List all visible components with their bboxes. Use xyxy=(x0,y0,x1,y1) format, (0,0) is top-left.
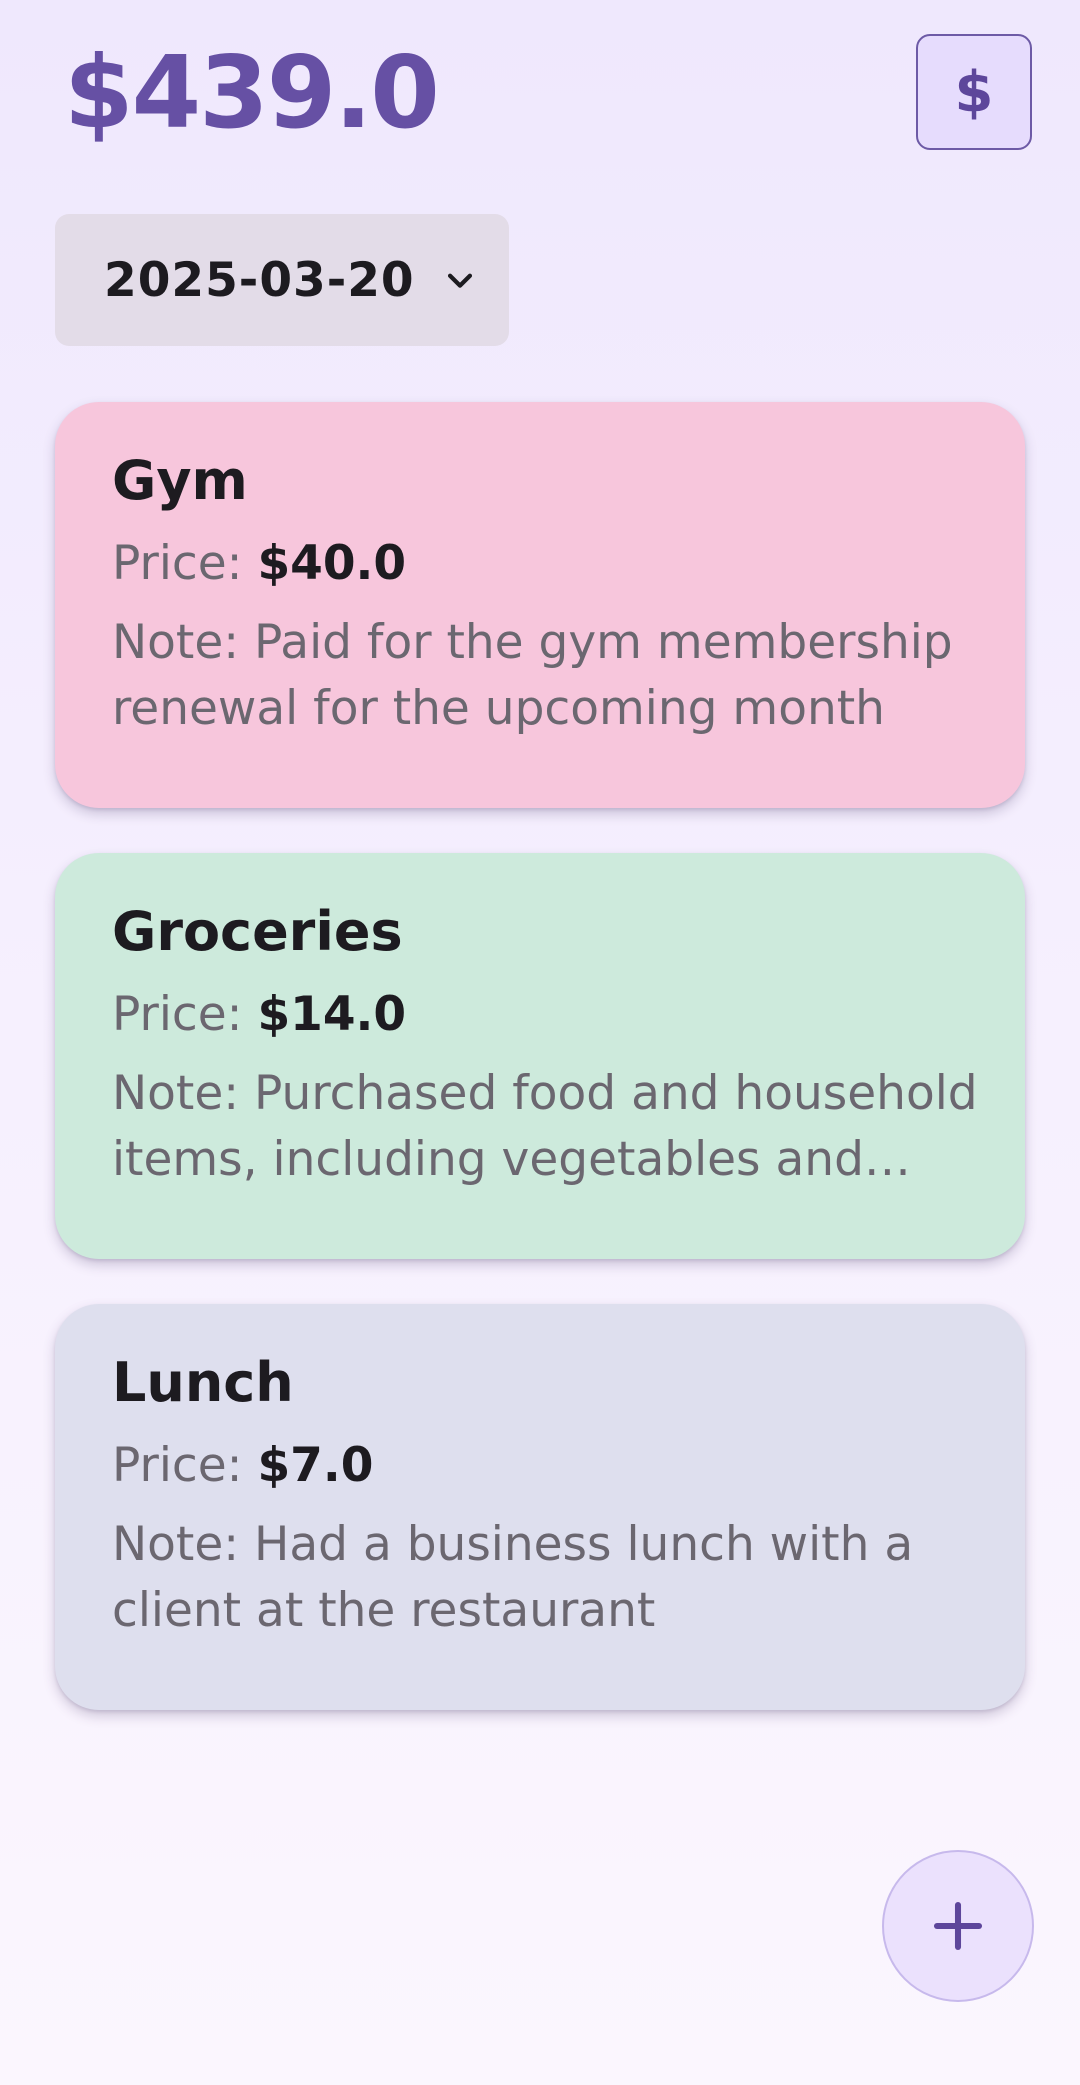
selected-date: 2025-03-20 xyxy=(104,252,415,308)
dollar-icon: $ xyxy=(954,59,994,125)
date-selector[interactable]: 2025-03-20 xyxy=(55,214,509,346)
expense-note: Note: Paid for the gym membership renewa… xyxy=(112,615,953,736)
expense-price-row: Price: $7.0 xyxy=(112,1436,985,1496)
expense-card[interactable]: Lunch Price: $7.0 Note: Had a business l… xyxy=(55,1304,1025,1710)
add-expense-button[interactable] xyxy=(882,1850,1034,2002)
expense-price: $14.0 xyxy=(257,987,407,1042)
expense-price: $7.0 xyxy=(257,1438,374,1493)
expense-price-row: Price: $14.0 xyxy=(112,985,985,1045)
expense-note: Note: Purchased food and household items… xyxy=(112,1066,978,1187)
price-label: Price: xyxy=(112,536,243,591)
expense-card[interactable]: Groceries Price: $14.0 Note: Purchased f… xyxy=(55,853,1025,1259)
total-amount: $439.0 xyxy=(64,34,440,151)
price-label: Price: xyxy=(112,1438,243,1493)
expense-note: Note: Had a business lunch with a client… xyxy=(112,1517,914,1638)
expense-price: $40.0 xyxy=(257,536,407,591)
expense-card[interactable]: Gym Price: $40.0 Note: Paid for the gym … xyxy=(55,402,1025,808)
expense-title: Lunch xyxy=(112,1351,294,1414)
currency-button[interactable]: $ xyxy=(916,34,1032,150)
plus-icon xyxy=(933,1901,983,1951)
expense-title: Groceries xyxy=(112,900,403,963)
chevron-down-icon xyxy=(447,273,472,288)
expense-price-row: Price: $40.0 xyxy=(112,534,985,594)
expense-title: Gym xyxy=(112,449,248,512)
price-label: Price: xyxy=(112,987,243,1042)
